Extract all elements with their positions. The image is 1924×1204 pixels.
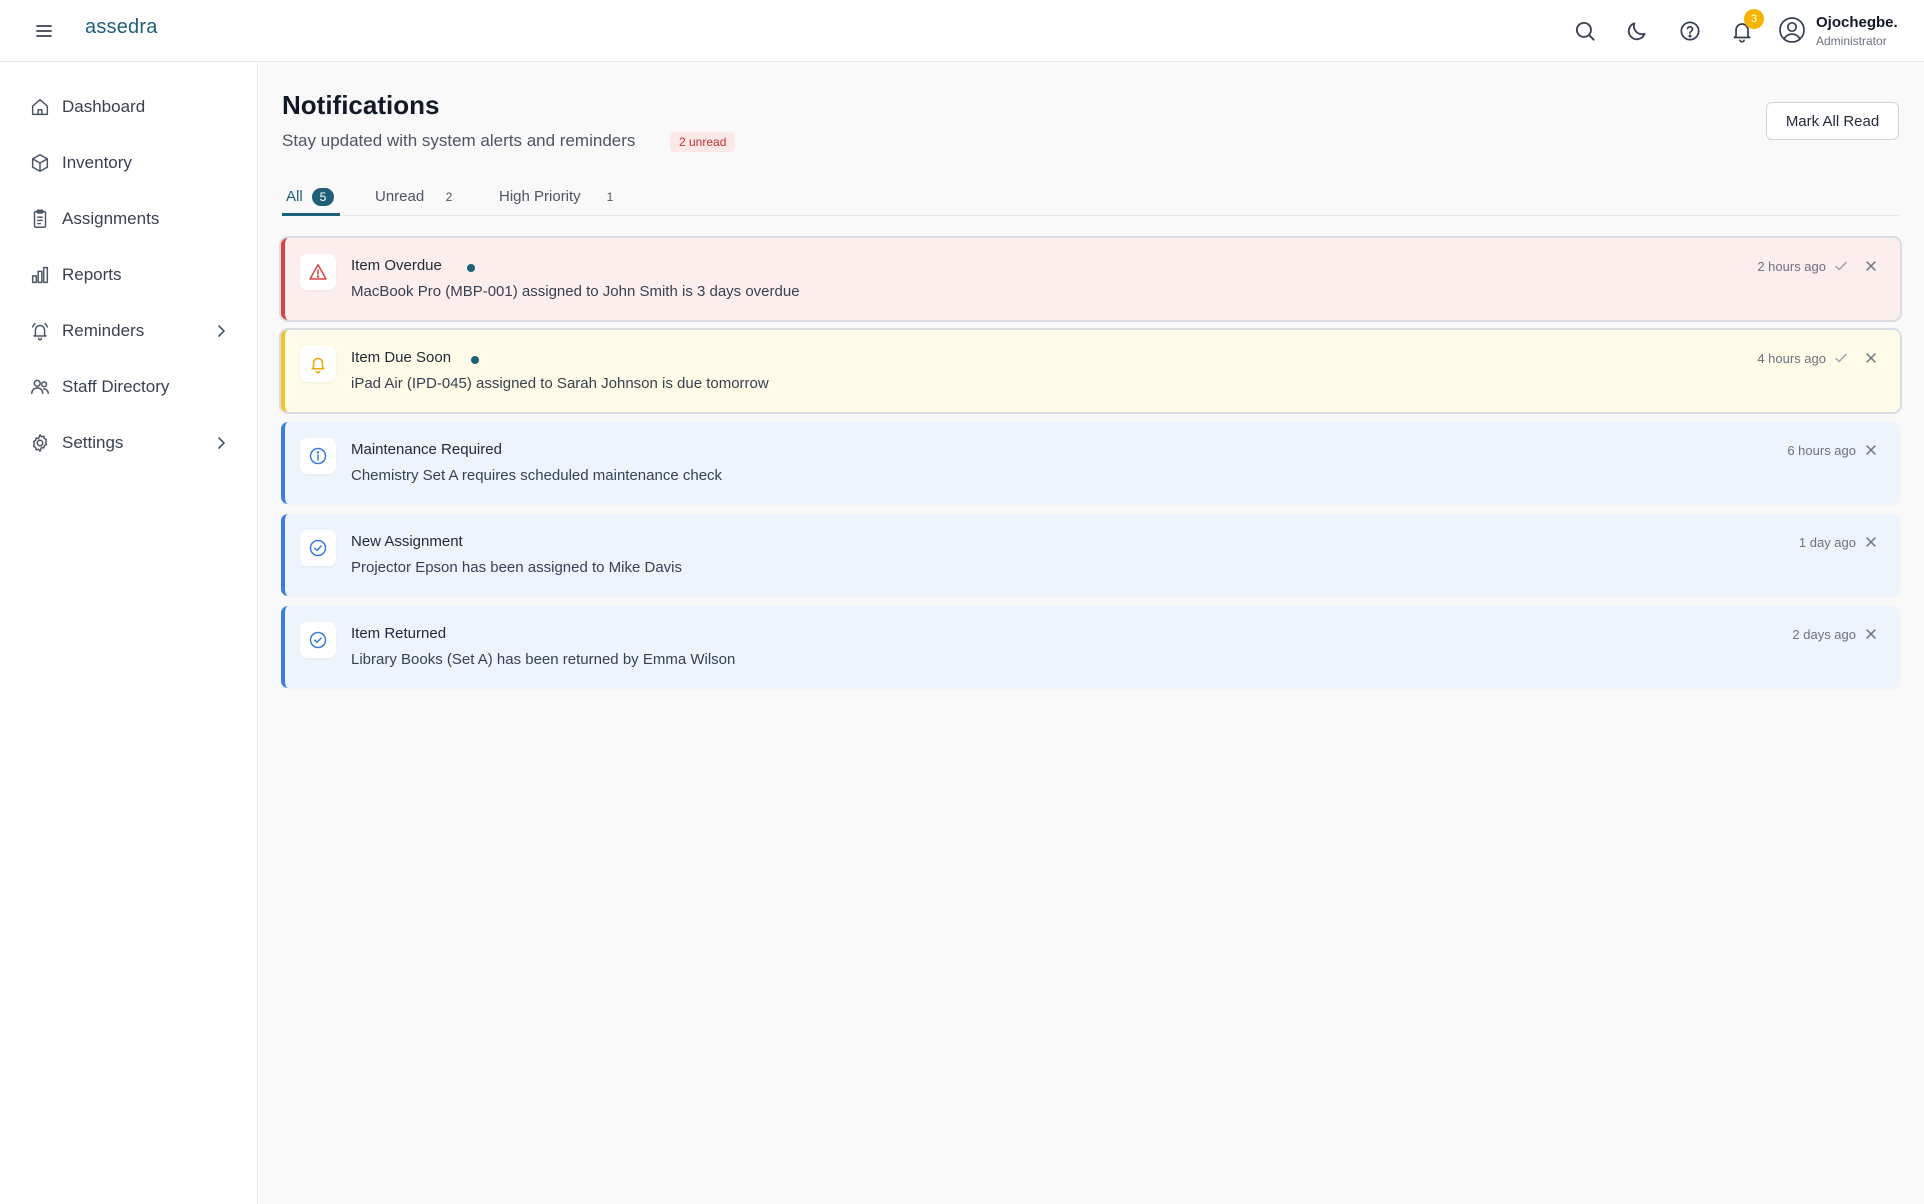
notification-title: Item Due Soon bbox=[351, 349, 452, 366]
tab-high-priority[interactable]: High Priority 1 bbox=[499, 180, 629, 216]
notification-time: 2 hours ago bbox=[1757, 259, 1826, 274]
user-role: Administrator bbox=[1816, 34, 1887, 48]
mark-read-check-icon[interactable] bbox=[1832, 349, 1850, 367]
tab-count: 1 bbox=[606, 190, 614, 204]
tab-label: Unread bbox=[375, 188, 425, 205]
bar-chart-icon bbox=[31, 266, 49, 284]
unread-count-badge: 2 unread bbox=[670, 132, 736, 152]
tab-unread[interactable]: Unread 2 bbox=[375, 180, 465, 216]
dismiss-close-icon[interactable] bbox=[1862, 625, 1880, 643]
notification-card[interactable]: Maintenance Required Chemistry Set A req… bbox=[281, 422, 1900, 504]
notification-message: Chemistry Set A requires scheduled maint… bbox=[351, 467, 723, 484]
sidebar-item-label: Reminders bbox=[62, 321, 145, 340]
tab-label: High Priority bbox=[499, 188, 581, 205]
tab-label: All bbox=[286, 188, 303, 205]
app-logo[interactable]: assedra bbox=[85, 16, 158, 39]
mark-all-read-button[interactable]: Mark All Read bbox=[1766, 102, 1899, 140]
gear-icon bbox=[32, 434, 48, 452]
top-bar: assedra 3 Ojochegbe. Administrator bbox=[0, 0, 1924, 62]
notification-message: Projector Epson has been assigned to Mik… bbox=[351, 559, 683, 576]
tab-all[interactable]: All 5 bbox=[282, 180, 340, 216]
notification-title: Maintenance Required bbox=[351, 441, 502, 458]
info-circle-icon bbox=[309, 447, 327, 465]
dismiss-close-icon[interactable] bbox=[1862, 533, 1880, 551]
page-subtitle: Stay updated with system alerts and remi… bbox=[282, 131, 636, 150]
sidebar-item-label: Settings bbox=[62, 433, 124, 452]
sidebar: Dashboard Inventory Assignments Reports … bbox=[0, 62, 258, 1204]
notification-card[interactable]: Item Due Soon iPad Air (IPD-045) assigne… bbox=[281, 330, 1900, 412]
sidebar-item-dashboard[interactable]: Dashboard bbox=[0, 85, 258, 129]
notification-icon-box bbox=[300, 622, 336, 658]
page-title: Notifications bbox=[282, 90, 440, 120]
sidebar-item-label: Inventory bbox=[62, 153, 132, 172]
hamburger-menu-icon[interactable] bbox=[32, 19, 56, 43]
sidebar-item-label: Staff Directory bbox=[62, 377, 170, 396]
sidebar-item-assignments[interactable]: Assignments bbox=[0, 197, 258, 241]
help-icon[interactable] bbox=[1677, 18, 1703, 44]
dismiss-close-icon[interactable] bbox=[1862, 349, 1880, 367]
box-icon bbox=[31, 154, 49, 172]
clipboard-icon bbox=[33, 209, 47, 228]
notification-count-badge: 3 bbox=[1744, 9, 1764, 29]
sidebar-item-settings[interactable]: Settings bbox=[0, 421, 258, 465]
notification-card[interactable]: New Assignment Projector Epson has been … bbox=[281, 514, 1900, 596]
unread-indicator-dot bbox=[471, 356, 479, 364]
main-content: Notifications Stay updated with system a… bbox=[259, 62, 1924, 1204]
notification-message: MacBook Pro (MBP-001) assigned to John S… bbox=[351, 283, 800, 300]
unread-indicator-dot bbox=[467, 264, 475, 272]
sidebar-item-label: Dashboard bbox=[62, 97, 146, 116]
sidebar-item-reports[interactable]: Reports bbox=[0, 253, 258, 297]
notification-title: Item Overdue bbox=[351, 257, 442, 274]
chevron-right-icon bbox=[218, 325, 226, 337]
mark-read-check-icon[interactable] bbox=[1832, 257, 1850, 275]
alarm-icon bbox=[31, 322, 49, 341]
notification-tabs: All 5 Unread 2 High Priority 1 bbox=[282, 180, 1899, 216]
user-name[interactable]: Ojochegbe. bbox=[1816, 14, 1898, 31]
home-icon bbox=[31, 98, 49, 116]
notification-time: 6 hours ago bbox=[1787, 443, 1856, 458]
notification-card[interactable]: Item Returned Library Books (Set A) has … bbox=[281, 606, 1900, 688]
moon-icon[interactable] bbox=[1624, 18, 1650, 44]
sidebar-item-staff-directory[interactable]: Staff Directory bbox=[0, 365, 258, 409]
tab-count: 2 bbox=[445, 190, 453, 204]
check-circle-icon bbox=[309, 539, 327, 557]
notification-icon-box bbox=[300, 438, 336, 474]
dismiss-close-icon[interactable] bbox=[1862, 441, 1880, 459]
warning-triangle-icon bbox=[309, 264, 327, 280]
users-icon bbox=[31, 379, 49, 395]
bell-icon bbox=[311, 357, 325, 374]
search-icon[interactable] bbox=[1572, 18, 1598, 44]
notification-time: 4 hours ago bbox=[1757, 351, 1826, 366]
notification-message: iPad Air (IPD-045) assigned to Sarah Joh… bbox=[351, 375, 769, 392]
notification-time: 1 day ago bbox=[1798, 535, 1856, 550]
dismiss-close-icon[interactable] bbox=[1862, 257, 1880, 275]
chevron-right-icon bbox=[218, 437, 226, 449]
notification-message: Library Books (Set A) has been returned … bbox=[351, 651, 736, 668]
sidebar-item-inventory[interactable]: Inventory bbox=[0, 141, 258, 185]
notification-icon-box bbox=[300, 346, 336, 382]
sidebar-item-label: Assignments bbox=[62, 209, 160, 228]
notification-title: Item Returned bbox=[351, 625, 447, 642]
sidebar-item-reminders[interactable]: Reminders bbox=[0, 309, 258, 353]
check-circle-icon bbox=[309, 631, 327, 649]
notification-title: New Assignment bbox=[351, 533, 463, 550]
tab-count: 5 bbox=[312, 188, 334, 206]
notification-icon-box bbox=[300, 254, 336, 290]
user-avatar-icon[interactable] bbox=[1777, 15, 1807, 45]
notification-card[interactable]: Item Overdue MacBook Pro (MBP-001) assig… bbox=[281, 238, 1900, 320]
notification-time: 2 days ago bbox=[1792, 627, 1856, 642]
sidebar-item-label: Reports bbox=[62, 265, 122, 284]
notification-icon-box bbox=[300, 530, 336, 566]
